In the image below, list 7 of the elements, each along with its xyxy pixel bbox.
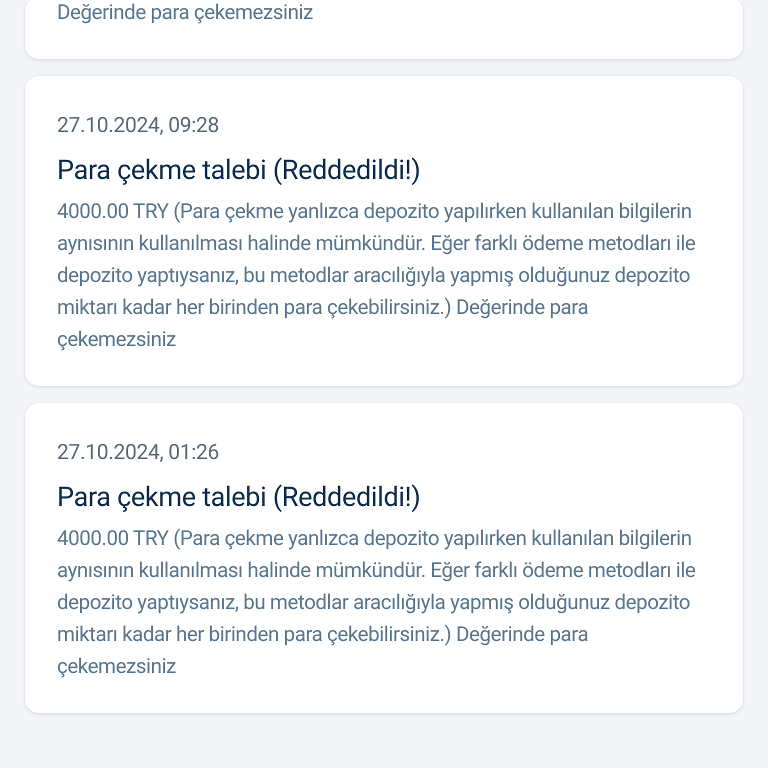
notification-message: 4000.00 TRY (Para çekme yanlızca depozito yapılırken kullanılan bilgilerin aynısının kullanılması halinde mümkündür. Eğer farklı ödeme metodları ile depozito yaptıysanız, bu metodlar aracılığıyla yapmış olduğunuz depozito miktarı kadar her birinden para çekebilirsiniz.) Değerinde para çekemezsiniz (57, 526, 696, 681)
notification-date: 27.10.2024, 01:26 (57, 440, 220, 467)
notification-message: 4000.00 TRY (Para çekme yanlızca depozito yapılırken kullanılan bilgilerin aynısının kullanılması halinde mümkündür. Eğer farklı ödeme metodları ile depozito yaptıysanız, bu metodlar aracılığıyla yapmış olduğunuz depozito miktarı kadar her birinden para çekebilirsiniz.) Değerinde para çekemezsiniz (57, 199, 696, 354)
notification-title: Para çekme talebi (Reddedildi!) (57, 480, 422, 515)
notification-date: 27.10.2024, 09:28 (57, 113, 220, 140)
notification-title: Para çekme talebi (Reddedildi!) (57, 153, 422, 188)
notification-message: Değerinde para çekemezsiniz (57, 0, 314, 27)
